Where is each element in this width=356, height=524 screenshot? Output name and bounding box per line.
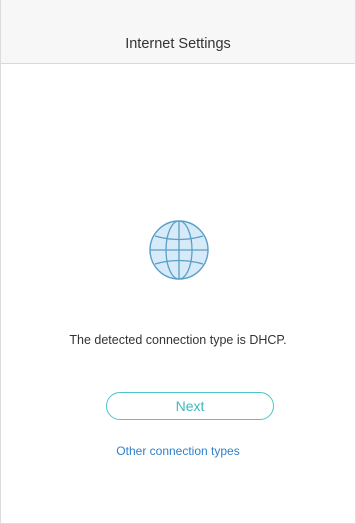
other-connection-types-link[interactable]: Other connection types xyxy=(1,444,355,458)
page-title: Internet Settings xyxy=(125,35,231,52)
next-button[interactable]: Next xyxy=(106,392,274,420)
nav-header: Internet Settings xyxy=(1,0,355,64)
connection-type-message: The detected connection type is DHCP. xyxy=(69,333,287,347)
app-screen: Internet Settings The detected connectio… xyxy=(0,0,356,524)
globe-icon xyxy=(148,219,210,281)
